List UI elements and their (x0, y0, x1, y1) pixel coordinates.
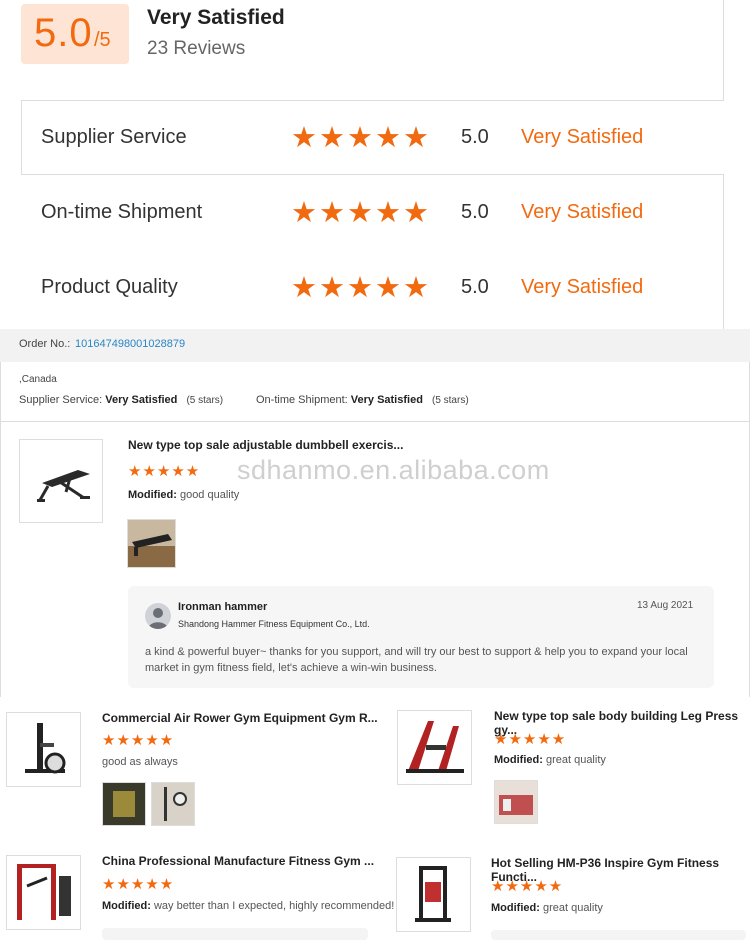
stars-count: (5 stars) (186, 395, 224, 406)
order-supplier-service: Supplier Service: Very Satisfied (5 star… (19, 394, 223, 406)
product-thumbnail[interactable] (396, 857, 471, 932)
divider (723, 174, 724, 330)
review-body: Modified: great quality (494, 754, 606, 766)
product-thumbnail[interactable] (19, 439, 103, 523)
divider (723, 0, 724, 100)
product-title[interactable]: Commercial Air Rower Gym Equipment Gym R… (102, 711, 378, 725)
review-text: great quality (545, 754, 606, 766)
rating-status: Very Satisfied (521, 276, 644, 298)
reply-preview (102, 928, 368, 940)
review-photo[interactable] (127, 519, 176, 568)
modified-label: Modified: (494, 754, 543, 766)
divider (0, 362, 1, 697)
label: On-time Shipment: (256, 394, 348, 406)
rating-label: Product Quality (41, 276, 178, 298)
product-title[interactable]: China Professional Manufacture Fitness G… (102, 854, 374, 868)
reviews-page: 5.0 /5 Very Satisfied 23 Reviews Supplie… (0, 0, 750, 940)
label: Supplier Service: (19, 394, 103, 406)
star-rating-icon: ★★★★★ (102, 732, 175, 749)
product-thumbnail[interactable] (397, 710, 472, 785)
divider (21, 100, 724, 101)
review-text: good quality (179, 489, 240, 501)
stars-count: (5 stars) (431, 395, 469, 406)
star-rating-icon: ★★★★★ (491, 878, 564, 895)
order-shipment: On-time Shipment: Very Satisfied (5 star… (256, 394, 469, 406)
review-photo[interactable] (102, 782, 146, 826)
review-text: good as always (102, 756, 178, 768)
value: Very Satisfied (350, 394, 423, 406)
reply-date: 13 Aug 2021 (637, 600, 694, 611)
value: Very Satisfied (105, 394, 178, 406)
modified-label: Modified: (102, 900, 151, 912)
buyer-location: ,Canada (19, 374, 57, 385)
rating-value: 5.0 (461, 276, 489, 298)
product-thumbnail[interactable] (6, 712, 81, 787)
rating-label: On-time Shipment (41, 201, 203, 223)
product-title[interactable]: New type top sale adjustable dumbbell ex… (128, 438, 403, 452)
reply-author: Ironman hammer (178, 601, 268, 613)
review-body: Modified: good quality (128, 489, 239, 501)
star-rating-icon: ★★★★★ (291, 272, 431, 304)
review-text: great quality (542, 902, 603, 914)
review-photo[interactable] (494, 780, 538, 824)
divider (0, 421, 750, 422)
review-text: way better than I expected, highly recom… (153, 900, 395, 912)
star-rating-icon: ★★★★★ (128, 463, 201, 480)
avatar (145, 603, 171, 629)
modified-label: Modified: (128, 489, 177, 501)
review-body: Modified: great quality (491, 902, 603, 914)
star-rating-icon: ★★★★★ (494, 731, 567, 748)
rating-value: 5.0 (461, 201, 489, 223)
modified-label: Modified: (491, 902, 540, 914)
reply-text: a kind & powerful buyer~ thanks for you … (145, 646, 688, 674)
review-body: Modified: way better than I expected, hi… (102, 900, 394, 912)
divider (21, 100, 22, 175)
order-label: Order No.: (19, 338, 71, 350)
star-rating-icon: ★★★★★ (102, 876, 175, 893)
product-thumbnail[interactable] (6, 855, 81, 930)
order-number-link[interactable]: 101647498001028879 (75, 338, 185, 350)
divider (21, 174, 724, 175)
star-rating-icon: ★★★★★ (291, 197, 431, 229)
watermark: sdhanmo.en.alibaba.com (237, 455, 550, 485)
summary-title: Very Satisfied (147, 6, 285, 29)
score-value: 5.0 (34, 11, 93, 55)
reply-preview (491, 930, 746, 940)
reviews-count[interactable]: 23 Reviews (147, 38, 245, 60)
reply-company: Shandong Hammer Fitness Equipment Co., L… (178, 619, 370, 629)
review-photo[interactable] (151, 782, 195, 826)
rating-label: Supplier Service (41, 126, 187, 148)
star-rating-icon: ★★★★★ (291, 122, 431, 154)
rating-status: Very Satisfied (521, 201, 644, 223)
rating-value: 5.0 (461, 126, 489, 148)
score-max: /5 (94, 29, 111, 51)
rating-status: Very Satisfied (521, 126, 644, 148)
